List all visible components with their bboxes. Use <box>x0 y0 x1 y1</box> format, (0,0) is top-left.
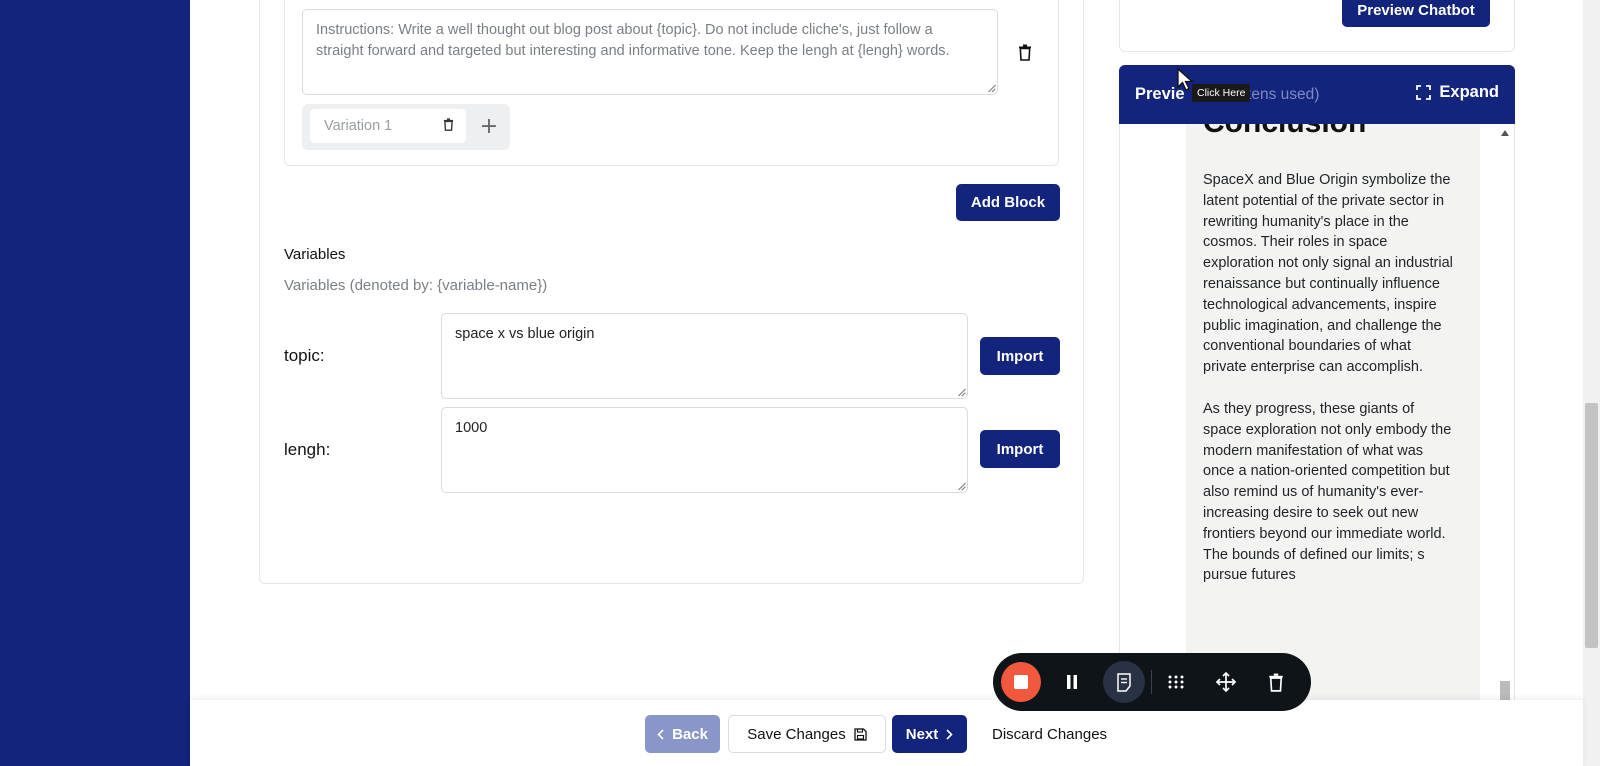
trash-icon <box>1019 44 1031 61</box>
discard-changes-button[interactable]: Discard Changes <box>992 715 1107 753</box>
save-changes-button[interactable]: Save Changes <box>728 715 886 753</box>
resize-handle[interactable] <box>957 388 965 396</box>
expand-label: Expand <box>1439 83 1499 101</box>
stop-icon <box>1014 675 1028 689</box>
floppy-disk-icon <box>854 727 867 741</box>
preview-scrollbar[interactable] <box>1497 124 1513 704</box>
variable-input-lengh[interactable]: 1000 <box>441 407 968 493</box>
variables-heading: Variables <box>284 246 346 263</box>
document-icon <box>1117 672 1131 692</box>
pause-button[interactable] <box>1057 667 1087 697</box>
preview-text: SpaceX and Blue Origin symbolize the lat… <box>1203 170 1455 607</box>
resize-handle[interactable] <box>957 482 965 490</box>
back-label: Back <box>672 725 708 743</box>
dots-grid-icon <box>1168 675 1184 689</box>
toolbar-divider <box>1151 670 1152 694</box>
preview-paragraph: SpaceX and Blue Origin symbolize the lat… <box>1203 172 1453 376</box>
variation-label: Variation 1 <box>324 118 393 134</box>
page-scrollbar[interactable] <box>1583 0 1600 766</box>
variable-label-lengh: lengh: <box>284 440 331 459</box>
next-button[interactable]: Next <box>892 715 967 753</box>
back-button[interactable]: Back <box>645 715 720 753</box>
add-block-button[interactable]: Add Block <box>956 184 1060 221</box>
notes-button[interactable] <box>1109 667 1139 697</box>
variable-value-topic: space x vs blue origin <box>455 326 595 342</box>
resize-handle[interactable] <box>987 84 995 92</box>
next-label: Next <box>905 725 939 743</box>
page-scrollbar-thumb[interactable] <box>1585 403 1598 648</box>
delete-block-button[interactable] <box>1014 40 1036 64</box>
variable-value-lengh: 1000 <box>455 420 488 436</box>
mouse-cursor-icon <box>1177 68 1194 91</box>
variation-tab[interactable]: Variation 1 <box>310 109 466 143</box>
click-here-tooltip: Click Here <box>1192 84 1251 102</box>
expand-icon <box>1416 85 1432 100</box>
move-button[interactable] <box>1211 667 1241 697</box>
variables-subtitle: Variables (denoted by: {variable-name}) <box>284 277 548 294</box>
preview-content: Conclusion SpaceX and Blue Origin symbol… <box>1186 124 1480 704</box>
preview-chatbot-button[interactable]: Preview Chatbot <box>1342 0 1490 27</box>
variation-tabs: Variation 1 + <box>302 104 510 150</box>
trash-icon <box>443 118 454 131</box>
move-icon <box>1216 672 1236 692</box>
chevron-right-icon <box>946 728 953 740</box>
variable-input-topic[interactable]: space x vs blue origin <box>441 313 968 399</box>
left-sidebar-rail <box>0 0 190 766</box>
instructions-textarea[interactable]: Instructions: Write a well thought out b… <box>302 9 998 95</box>
import-button-topic[interactable]: Import <box>980 337 1060 375</box>
delete-variation-button[interactable] <box>443 118 454 135</box>
instructions-text: Instructions: Write a well thought out b… <box>316 22 950 59</box>
variable-label-topic: topic: <box>284 346 325 365</box>
import-button-lengh[interactable]: Import <box>980 430 1060 468</box>
pause-icon <box>1067 675 1077 689</box>
expand-button[interactable]: Expand <box>1416 83 1499 102</box>
add-variation-button[interactable]: + <box>475 112 503 140</box>
trash-icon <box>1269 673 1283 692</box>
scroll-up-arrow-icon[interactable] <box>1501 130 1509 136</box>
save-label: Save Changes <box>747 725 846 743</box>
screen-recorder-toolbar <box>993 653 1311 711</box>
plus-icon: + <box>479 113 499 139</box>
preview-section-heading: Conclusion <box>1203 124 1366 140</box>
footer-bar <box>190 700 1583 766</box>
stop-recording-button[interactable] <box>1001 662 1041 702</box>
preview-paragraph: As they progress, these giants of space … <box>1203 400 1452 584</box>
chevron-left-icon <box>657 728 664 740</box>
delete-recording-button[interactable] <box>1261 667 1291 697</box>
drag-grid-button[interactable] <box>1161 667 1191 697</box>
